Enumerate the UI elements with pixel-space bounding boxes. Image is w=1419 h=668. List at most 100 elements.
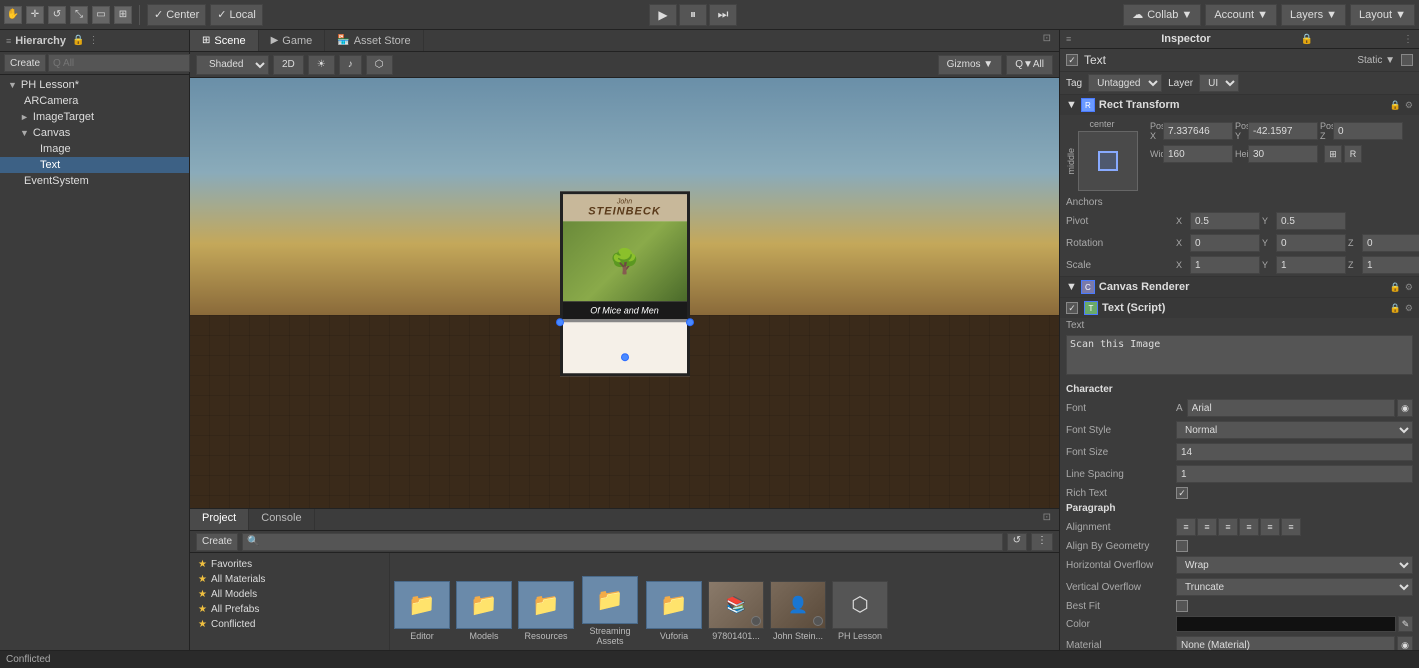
layers-button[interactable]: Layers ▼ <box>1281 4 1346 26</box>
hierarchy-lock-icon[interactable]: 🔒 <box>72 35 84 46</box>
blueprint-icon[interactable]: ⊞ <box>1324 145 1342 163</box>
hierarchy-search[interactable] <box>48 54 190 72</box>
tab-game[interactable]: ▶ Game <box>259 30 326 51</box>
scale-tool[interactable]: ⤡ <box>70 6 88 24</box>
object-name-input[interactable] <box>1084 53 1351 67</box>
text-lock-icon[interactable]: 🔒 <box>1390 303 1401 314</box>
space-button[interactable]: ✓ Local <box>210 4 263 26</box>
account-button[interactable]: Account ▼ <box>1205 4 1277 26</box>
align-by-geo-checkbox[interactable] <box>1176 540 1188 552</box>
align-left-top[interactable]: ≡ <box>1176 518 1196 536</box>
anchor-right[interactable] <box>686 318 694 326</box>
transform-tool[interactable]: ⊞ <box>114 6 132 24</box>
object-active-checkbox[interactable]: ✓ <box>1066 54 1078 66</box>
color-swatch[interactable] <box>1176 616 1396 632</box>
canvas-renderer-header[interactable]: ▼ C Canvas Renderer 🔒 ⚙ <box>1060 277 1419 297</box>
2d-button[interactable]: 2D <box>273 55 304 75</box>
rot-x-input[interactable] <box>1190 234 1260 252</box>
static-checkbox[interactable] <box>1401 54 1413 66</box>
hierarchy-menu-icon[interactable]: ⋮ <box>88 35 98 46</box>
rect-tool[interactable]: ▭ <box>92 6 110 24</box>
font-browse-icon[interactable]: ◉ <box>1397 399 1413 417</box>
assets-create-button[interactable]: Create <box>196 533 238 551</box>
hierarchy-item-arcamera[interactable]: ARCamera <box>0 93 189 109</box>
rect-lock-icon[interactable]: 🔒 <box>1390 100 1401 111</box>
rot-y-input[interactable] <box>1276 234 1346 252</box>
layer-select[interactable]: UI <box>1199 74 1239 92</box>
scale-x-input[interactable] <box>1190 256 1260 274</box>
pause-button[interactable]: ⏸ <box>679 4 707 26</box>
inspector-menu-icon[interactable]: ⋮ <box>1403 34 1413 45</box>
align-right-mid[interactable]: ≡ <box>1281 518 1301 536</box>
pos-x-input[interactable] <box>1163 122 1233 140</box>
scale-z-input[interactable] <box>1362 256 1419 274</box>
scene-viewport[interactable]: John STEINBECK 🌳 Of Mice and Men <box>190 78 1059 508</box>
rot-z-input[interactable] <box>1362 234 1419 252</box>
pivot-y-input[interactable] <box>1276 212 1346 230</box>
asset-ph-lesson[interactable]: ⬡ PH Lesson <box>832 581 888 641</box>
assets-search[interactable]: 🔍 <box>242 533 1003 551</box>
hierarchy-item-text[interactable]: Text <box>0 157 189 173</box>
horiz-overflow-select[interactable]: Wrap <box>1176 556 1413 574</box>
tab-asset-store[interactable]: 🏪 Asset Store <box>325 30 423 51</box>
rich-text-checkbox[interactable]: ✓ <box>1176 487 1188 499</box>
tag-select[interactable]: Untagged <box>1088 74 1162 92</box>
gizmos-button[interactable]: Gizmos ▼ <box>938 55 1003 75</box>
scale-y-input[interactable] <box>1276 256 1346 274</box>
tab-project[interactable]: Project <box>190 509 249 530</box>
best-fit-checkbox[interactable] <box>1176 600 1188 612</box>
anchor-visual[interactable] <box>1078 131 1138 191</box>
align-right-top[interactable]: ≡ <box>1218 518 1238 536</box>
asset-vuforia[interactable]: 📁 Vuforia <box>646 581 702 641</box>
canvas-lock-icon[interactable]: 🔒 <box>1390 282 1401 293</box>
align-left-mid[interactable]: ≡ <box>1239 518 1259 536</box>
scene-maximize[interactable]: ⊡ <box>1035 30 1059 51</box>
fav-models[interactable]: ★ All Models <box>194 587 385 602</box>
hierarchy-item-imagetarget[interactable]: ► ImageTarget <box>0 109 189 125</box>
hierarchy-create-button[interactable]: Create <box>4 54 46 72</box>
tab-console[interactable]: Console <box>249 509 314 530</box>
vert-overflow-select[interactable]: Truncate <box>1176 578 1413 596</box>
rect-gear-icon[interactable]: ⚙ <box>1405 100 1413 111</box>
color-edit-icon[interactable]: ✎ <box>1398 616 1413 632</box>
text-script-checkbox[interactable]: ✓ <box>1066 302 1078 314</box>
line-spacing-input[interactable] <box>1176 465 1413 483</box>
text-script-header[interactable]: ✓ T Text (Script) 🔒 ⚙ <box>1060 298 1419 318</box>
fav-materials[interactable]: ★ All Materials <box>194 572 385 587</box>
step-button[interactable]: ⏭ <box>709 4 737 26</box>
align-center-mid[interactable]: ≡ <box>1260 518 1280 536</box>
play-button[interactable]: ▶ <box>649 4 677 26</box>
asset-john-stein[interactable]: 👤 John Stein... <box>770 581 826 641</box>
component-rect-header[interactable]: ▼ R Rect Transform 🔒 ⚙ <box>1060 95 1419 115</box>
align-center-top[interactable]: ≡ <box>1197 518 1217 536</box>
tab-scene[interactable]: ⊞ Scene <box>190 30 259 51</box>
rotate-tool[interactable]: ↺ <box>48 6 66 24</box>
asset-resources[interactable]: 📁 Resources <box>518 581 574 641</box>
pivot-button[interactable]: ✓ Center <box>147 4 206 26</box>
height-input[interactable] <box>1248 145 1318 163</box>
pos-z-input[interactable] <box>1333 122 1403 140</box>
layout-button[interactable]: Layout ▼ <box>1350 4 1415 26</box>
pos-y-input[interactable] <box>1248 122 1318 140</box>
all-button[interactable]: Q▼All <box>1006 55 1053 75</box>
hand-tool[interactable]: ✋ <box>4 6 22 24</box>
lighting-button[interactable]: ☀ <box>308 55 335 75</box>
width-input[interactable] <box>1163 145 1233 163</box>
assets-menu[interactable]: ⋮ <box>1031 533 1053 551</box>
collab-button[interactable]: ☁ Collab ▼ <box>1123 4 1201 26</box>
pivot-x-input[interactable] <box>1190 212 1260 230</box>
hierarchy-item-image[interactable]: Image <box>0 141 189 157</box>
asset-editor[interactable]: 📁 Editor <box>394 581 450 641</box>
fav-prefabs[interactable]: ★ All Prefabs <box>194 602 385 617</box>
anchor-bottom[interactable] <box>621 353 629 361</box>
canvas-gear-icon[interactable]: ⚙ <box>1405 282 1413 293</box>
hierarchy-item-canvas[interactable]: ▼ Canvas <box>0 125 189 141</box>
fav-conflicted[interactable]: ★ Conflicted <box>194 617 385 632</box>
hierarchy-item-eventsystem[interactable]: EventSystem <box>0 173 189 189</box>
move-tool[interactable]: ✛ <box>26 6 44 24</box>
asset-97801401[interactable]: 📚 97801401... <box>708 581 764 641</box>
asset-models[interactable]: 📁 Models <box>456 581 512 641</box>
project-maximize[interactable]: ⊡ <box>1035 509 1059 530</box>
r-button[interactable]: R <box>1344 145 1362 163</box>
audio-button[interactable]: ♪ <box>339 55 362 75</box>
